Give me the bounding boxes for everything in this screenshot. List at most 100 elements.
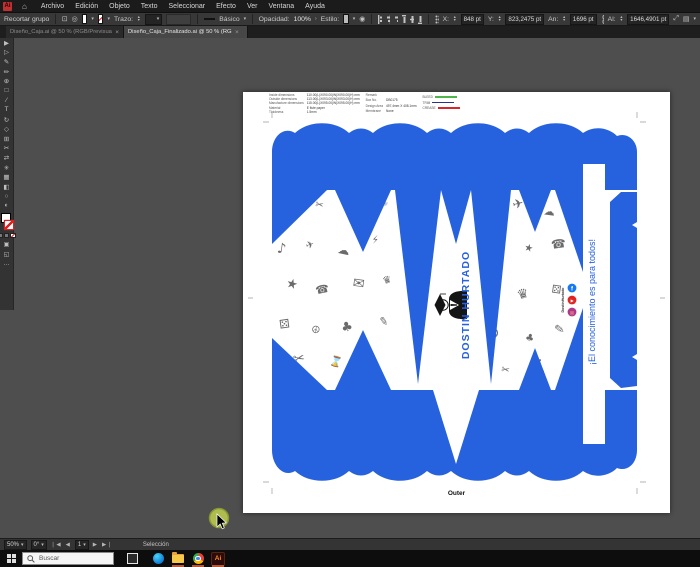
x-input[interactable]: 848 pt bbox=[460, 13, 484, 25]
tool-2[interactable]: ✎ bbox=[0, 57, 13, 67]
more-tools-icon[interactable]: … bbox=[4, 261, 10, 267]
stroke-weight-select[interactable]: ▾ bbox=[144, 13, 163, 25]
style-chevron[interactable]: ▾ bbox=[353, 16, 356, 22]
opacity-value[interactable]: 100% bbox=[294, 16, 311, 23]
next-artboard-button[interactable]: ▶ bbox=[93, 542, 98, 548]
stroke-color-swatch[interactable] bbox=[97, 14, 104, 24]
tool-5[interactable]: □ bbox=[0, 86, 13, 96]
color-button[interactable] bbox=[0, 232, 3, 239]
tool-6[interactable]: ∕ bbox=[0, 96, 13, 106]
draw-mode-icon[interactable]: ▣ bbox=[4, 241, 10, 248]
canvas-workspace[interactable]: ▶ ▷ ✎ ✏ ⊕ □ ∕ T ↻ ◇ ⊞ ✂ ⇄ ✳ ▦ ◧ ○ ◐ ▣ ◱ … Inside dimensio… bbox=[0, 38, 700, 538]
close-icon[interactable]: × bbox=[235, 29, 239, 36]
transform-icon[interactable]: ⤢ bbox=[673, 15, 679, 23]
style-swatch[interactable] bbox=[343, 14, 349, 24]
align-middle-icon[interactable] bbox=[410, 15, 415, 24]
tool-8[interactable]: ↻ bbox=[0, 115, 13, 125]
menu-objeto[interactable]: Objeto bbox=[109, 3, 130, 10]
reference-point-locator[interactable] bbox=[435, 15, 439, 24]
tool-16[interactable]: ○ bbox=[0, 192, 13, 202]
chrome-taskbar-button[interactable] bbox=[188, 550, 208, 567]
illustrator-taskbar-button[interactable]: Ai bbox=[208, 550, 228, 567]
document-setup-icon[interactable]: ◉ bbox=[359, 15, 365, 23]
tool-1[interactable]: ▷ bbox=[0, 48, 13, 58]
menu-texto[interactable]: Texto bbox=[141, 3, 158, 10]
menu-archivo[interactable]: Archivo bbox=[41, 3, 64, 10]
prev-artboard-button[interactable]: ◀ bbox=[66, 542, 71, 548]
menu-efecto[interactable]: Efecto bbox=[216, 3, 236, 10]
artboard-nav-select[interactable]: 1 ▾ bbox=[74, 539, 89, 550]
align-center-icon[interactable] bbox=[386, 14, 390, 24]
start-button[interactable] bbox=[0, 550, 22, 567]
tool-0[interactable]: ▶ bbox=[0, 38, 13, 48]
width-input[interactable]: 1696 pt bbox=[569, 13, 597, 25]
stroke-none-swatch[interactable] bbox=[4, 219, 14, 230]
tool-11[interactable]: ✂ bbox=[0, 144, 13, 154]
rotation-select[interactable]: 0° ▾ bbox=[30, 539, 47, 550]
fill-chevron[interactable]: ▾ bbox=[91, 16, 94, 22]
doodle-icon: ☎ bbox=[314, 282, 330, 298]
menu-edición[interactable]: Edición bbox=[75, 3, 98, 10]
menu-seleccionar[interactable]: Seleccionar bbox=[169, 3, 206, 10]
zoom-select[interactable]: 50% ▾ bbox=[4, 539, 27, 550]
doodle-icon: ⚄ bbox=[278, 316, 290, 331]
align-left-icon[interactable] bbox=[377, 14, 382, 24]
edge-taskbar-button[interactable] bbox=[148, 550, 168, 567]
menu-ventana[interactable]: Ventana bbox=[268, 3, 294, 10]
social-handle-text: DostinHurtado bbox=[561, 287, 565, 313]
home-icon[interactable]: ⌂ bbox=[22, 2, 27, 11]
tool-14[interactable]: ▦ bbox=[0, 172, 13, 182]
tab-title: Diseño_Caja_Finalizado.ai @ 50 % (RGB/Pr… bbox=[128, 29, 232, 35]
gradient-button[interactable] bbox=[3, 232, 10, 239]
search-input[interactable]: Buscar bbox=[22, 552, 114, 565]
more-options-chevron[interactable]: ▾ bbox=[694, 16, 697, 22]
stroke-chevron[interactable]: ▾ bbox=[107, 16, 110, 22]
file-explorer-taskbar-button[interactable] bbox=[168, 550, 188, 567]
screen-mode-icon[interactable]: ◱ bbox=[4, 251, 10, 258]
opacity-chevron[interactable]: › bbox=[315, 16, 317, 22]
target-icon[interactable]: ◎ bbox=[72, 15, 78, 23]
height-stepper[interactable]: ▲ ▼ bbox=[620, 15, 624, 22]
fill-stroke-control[interactable] bbox=[0, 212, 14, 231]
brush-style-select[interactable]: Básico bbox=[219, 16, 239, 23]
menu-ayuda[interactable]: Ayuda bbox=[305, 3, 325, 10]
brush-preview[interactable] bbox=[203, 17, 216, 21]
height-input[interactable]: 1646,4901 pt bbox=[627, 13, 670, 25]
tool-7[interactable]: T bbox=[0, 105, 13, 115]
tool-17[interactable]: ◐ bbox=[0, 201, 13, 211]
x-stepper[interactable]: ▲ ▼ bbox=[453, 15, 457, 22]
isolate-icon[interactable]: ⊡ bbox=[62, 15, 68, 23]
artboard[interactable]: Inside dimensions 110.00(L)X090.00(W)X090… bbox=[243, 92, 670, 513]
variable-width-select[interactable] bbox=[166, 13, 192, 25]
y-stepper[interactable]: ▲ ▼ bbox=[498, 15, 502, 22]
tool-12[interactable]: ⇄ bbox=[0, 153, 13, 163]
document-tab-bar: Diseño_Caja.ai @ 50 % (RGB/Previsualizar… bbox=[0, 26, 700, 38]
menu-ver[interactable]: Ver bbox=[247, 3, 258, 10]
fill-color-swatch[interactable] bbox=[81, 14, 88, 24]
brush-chevron[interactable]: ▾ bbox=[244, 16, 247, 22]
tab-diseno-caja[interactable]: Diseño_Caja.ai @ 50 % (RGB/Previsualizar… bbox=[6, 26, 124, 38]
y-input[interactable]: 823,2475 pt bbox=[505, 13, 545, 25]
stroke-weight-stepper[interactable]: ▲ ▼ bbox=[137, 15, 141, 22]
tool-4[interactable]: ⊕ bbox=[0, 76, 13, 86]
tool-3[interactable]: ✏ bbox=[0, 67, 13, 77]
tool-13[interactable]: ✳ bbox=[0, 163, 13, 173]
tool-9[interactable]: ◇ bbox=[0, 124, 13, 134]
align-bottom-icon[interactable] bbox=[418, 15, 423, 24]
tab-diseno-caja-finalizado[interactable]: Diseño_Caja_Finalizado.ai @ 50 % (RGB/Pr… bbox=[124, 26, 248, 38]
properties-icon[interactable]: ▤ bbox=[683, 15, 690, 23]
link-dimensions-icon[interactable] bbox=[601, 14, 604, 24]
illustrator-app-icon[interactable]: Ai bbox=[3, 1, 12, 11]
align-top-icon[interactable] bbox=[401, 14, 407, 24]
tool-15[interactable]: ◧ bbox=[0, 182, 13, 192]
close-icon[interactable]: × bbox=[115, 29, 119, 36]
align-right-icon[interactable] bbox=[394, 15, 398, 24]
outer-panel-label: Outer bbox=[447, 490, 466, 497]
tab-title: Diseño_Caja.ai @ 50 % (RGB/Previsualizar… bbox=[10, 29, 113, 35]
none-button[interactable] bbox=[10, 232, 16, 239]
tool-10[interactable]: ⊞ bbox=[0, 134, 13, 144]
width-stepper[interactable]: ▲ ▼ bbox=[562, 15, 566, 22]
last-artboard-button[interactable]: ▶❘ bbox=[102, 542, 113, 548]
first-artboard-button[interactable]: ❘◀ bbox=[51, 542, 62, 548]
task-view-button[interactable] bbox=[122, 550, 142, 567]
